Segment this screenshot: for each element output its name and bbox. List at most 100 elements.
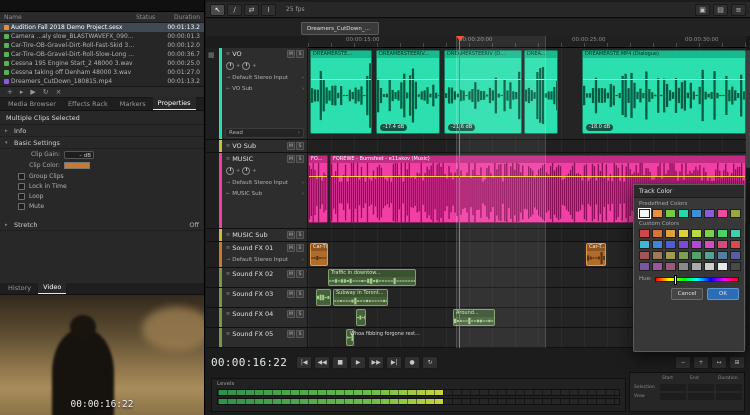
custom-color-swatch[interactable] xyxy=(678,229,689,238)
custom-color-swatch[interactable] xyxy=(717,240,728,249)
custom-color-swatch[interactable] xyxy=(704,251,715,260)
import-file-icon[interactable]: + xyxy=(7,88,13,96)
tab-effects-rack[interactable]: Effects Rack xyxy=(63,98,113,110)
mute-button[interactable]: M xyxy=(287,142,295,150)
skip-to-start-button[interactable]: |◀ xyxy=(296,356,312,369)
selview-value[interactable] xyxy=(716,393,742,400)
custom-color-swatch[interactable] xyxy=(691,240,702,249)
vertical-scrollbar[interactable] xyxy=(746,36,750,348)
zoom-time-button[interactable]: ↔ xyxy=(711,356,727,369)
custom-color-swatch[interactable] xyxy=(691,251,702,260)
track-color-strip[interactable] xyxy=(219,140,222,152)
ok-button[interactable]: OK xyxy=(707,288,739,300)
pan-knob[interactable] xyxy=(242,167,250,175)
volume-knob[interactable] xyxy=(226,167,234,175)
razor-tool[interactable]: / xyxy=(227,4,242,16)
file-row[interactable]: Audition Fall 2018 Demo Project.sesx 00:… xyxy=(0,23,204,32)
audio-clip[interactable]: DREAMERSTE... xyxy=(310,50,372,134)
custom-color-swatch[interactable] xyxy=(717,262,728,271)
predefined-color-swatch[interactable] xyxy=(704,209,715,218)
selview-value[interactable] xyxy=(716,384,742,391)
checkbox-group-clips[interactable]: Group Clips xyxy=(0,171,204,181)
timeline-ruler[interactable]: 00:00:15:0000:00:20:0000:00:25:0000:00:3… xyxy=(308,36,746,48)
volume-envelope[interactable] xyxy=(311,79,371,80)
drag-handle-icon[interactable]: ≡ xyxy=(226,232,230,238)
clip-gain-badge[interactable]: -18.0 dB xyxy=(586,124,613,131)
editor-file-tab[interactable]: Dreamers_CutDown_180815.mp4 xyxy=(301,22,379,35)
track-lane[interactable] xyxy=(308,140,746,152)
solo-button[interactable]: S xyxy=(296,155,304,163)
selview-value[interactable] xyxy=(688,393,714,400)
info-section-toggle[interactable]: ▸ Info xyxy=(0,125,204,137)
file-row[interactable]: Dreamers_CutDown_180815.mp4 00:01:13.2 xyxy=(0,77,204,86)
track-header-sound-fx-01[interactable]: ≡ Sound FX 01 MS → Default Stereo Input› xyxy=(206,242,308,267)
file-row[interactable]: Car-Tire-OB-Gravel-Dirt-Roll-Slow-Long 3… xyxy=(0,50,204,59)
audio-clip[interactable] xyxy=(356,309,366,326)
track-header-music[interactable]: ≡ MUSIC MS + + → Default Stereo Input› ←… xyxy=(206,153,308,228)
track-header-sound-fx-02[interactable]: ≡ Sound FX 02 MS xyxy=(206,268,308,287)
custom-color-swatch[interactable] xyxy=(665,262,676,271)
track-lane[interactable]: DREAMERSTE...DREAMERSTEERIV...-17.4 dBDR… xyxy=(308,48,746,139)
volume-envelope[interactable] xyxy=(331,176,745,177)
file-row[interactable]: Cessna 195 Engine Start_2 48000 3.wav 00… xyxy=(0,59,204,68)
pan-knob[interactable] xyxy=(242,62,250,70)
tab-media-browser[interactable]: Media Browser xyxy=(3,98,61,110)
custom-color-swatch[interactable] xyxy=(639,251,650,260)
track-color-strip[interactable] xyxy=(219,288,222,307)
volume-envelope[interactable] xyxy=(583,79,745,80)
selview-value[interactable] xyxy=(688,384,714,391)
predefined-color-swatch[interactable] xyxy=(730,209,741,218)
solo-button[interactable]: S xyxy=(296,270,304,278)
drag-handle-icon[interactable]: ≡ xyxy=(226,51,230,57)
slip-tool[interactable]: ⇄ xyxy=(244,4,259,16)
record-button[interactable]: ● xyxy=(404,356,420,369)
predefined-color-swatch[interactable] xyxy=(691,209,702,218)
file-row[interactable]: Cessna taking off Denham 48000 3.wav 00:… xyxy=(0,68,204,77)
custom-color-swatch[interactable] xyxy=(678,240,689,249)
menu-icon[interactable]: ≡ xyxy=(731,4,746,16)
track-color-strip[interactable] xyxy=(219,229,222,241)
clip-gain-input[interactable]: – dB xyxy=(64,151,94,159)
zoom-full-button[interactable]: ⊞ xyxy=(729,356,745,369)
audio-clip[interactable]: DREAMERSTEERIV (D...-21.6 dB xyxy=(444,50,522,134)
volume-envelope[interactable] xyxy=(445,79,521,80)
rewind-button[interactable]: ◀◀ xyxy=(314,356,330,369)
volume-knob[interactable] xyxy=(226,62,234,70)
drag-handle-icon[interactable]: ≡ xyxy=(226,291,230,297)
custom-color-swatch[interactable] xyxy=(691,229,702,238)
custom-color-swatch[interactable] xyxy=(678,251,689,260)
checkbox-lock-in-time[interactable]: Lock in Time xyxy=(0,181,204,191)
track-header-sound-fx-05[interactable]: ≡ Sound FX 05 MS xyxy=(206,328,308,347)
stretch-section-toggle[interactable]: ▸ Stretch Off xyxy=(0,219,204,231)
move-tool[interactable]: ↖ xyxy=(210,4,225,16)
mute-button[interactable]: M xyxy=(287,310,295,318)
predefined-color-swatch[interactable] xyxy=(639,209,650,218)
cancel-button[interactable]: Cancel xyxy=(671,288,703,300)
solo-button[interactable]: S xyxy=(296,50,304,58)
mixer-icon[interactable]: ▤ xyxy=(713,4,728,16)
track-grid-icon[interactable]: ▦ xyxy=(208,51,215,59)
zoom-out-button[interactable]: − xyxy=(675,356,691,369)
mute-button[interactable]: M xyxy=(287,270,295,278)
custom-color-swatch[interactable] xyxy=(652,240,663,249)
mute-button[interactable]: M xyxy=(287,231,295,239)
drag-handle-icon[interactable]: ≡ xyxy=(226,331,230,337)
custom-color-swatch[interactable] xyxy=(639,229,650,238)
custom-color-swatch[interactable] xyxy=(730,229,741,238)
drag-handle-icon[interactable]: ≡ xyxy=(226,271,230,277)
tab-video[interactable]: Video xyxy=(38,281,66,294)
hue-slider[interactable] xyxy=(655,277,739,282)
custom-color-swatch[interactable] xyxy=(652,229,663,238)
mute-button[interactable]: M xyxy=(287,290,295,298)
track-color-strip[interactable] xyxy=(219,48,222,139)
predefined-color-swatch[interactable] xyxy=(652,209,663,218)
drag-handle-icon[interactable]: ≡ xyxy=(226,143,230,149)
clip-color-swatch[interactable] xyxy=(64,162,90,169)
clip-gain-badge[interactable]: -17.4 dB xyxy=(380,124,407,131)
track-output-select[interactable]: ← MUSIC Sub› xyxy=(223,188,307,199)
selview-value[interactable] xyxy=(660,384,686,391)
track-header-sound-fx-03[interactable]: ≡ Sound FX 03 MS xyxy=(206,288,308,307)
basic-settings-toggle[interactable]: ▾ Basic Settings xyxy=(0,137,204,149)
custom-color-swatch[interactable] xyxy=(665,251,676,260)
audio-clip[interactable]: Whoa fibbing forgone rest... xyxy=(346,329,354,346)
